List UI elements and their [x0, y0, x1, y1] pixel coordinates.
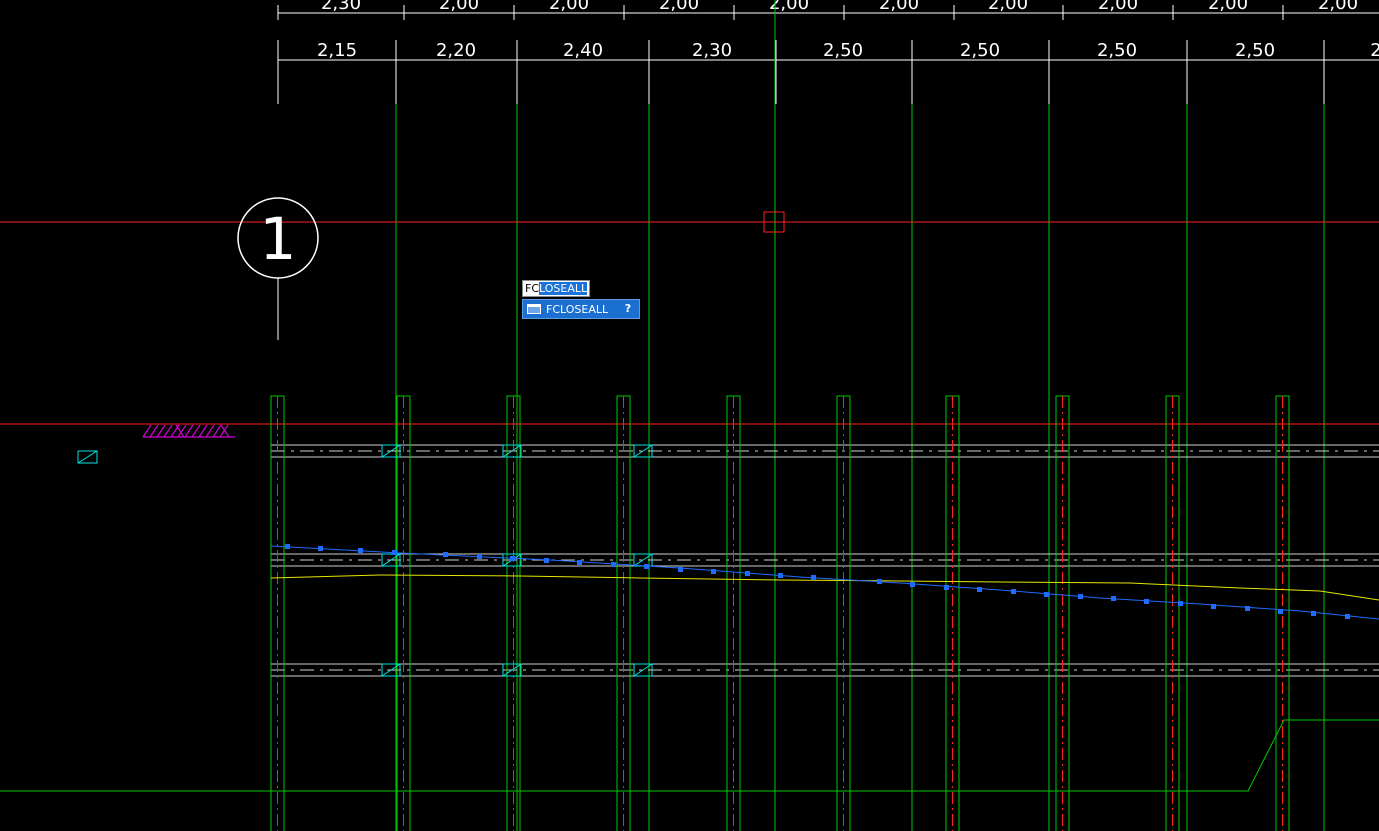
command-window-icon [527, 304, 541, 314]
dim-top-1: 2,30 [321, 0, 361, 14]
column-8 [1055, 395, 1070, 831]
column-9 [1165, 395, 1180, 831]
dim-top-4: 2,00 [659, 0, 699, 14]
dim-top-8: 2,00 [1098, 0, 1138, 14]
command-completion-text: LOSEALL [539, 282, 588, 295]
dim-second-5: 2,50 [823, 40, 863, 61]
ground-hatch [142, 424, 235, 438]
dim-second-7: 2,50 [1097, 40, 1137, 61]
command-typed-text: FC [525, 282, 540, 295]
columns [270, 395, 1290, 831]
dim-top-9: 2,00 [1208, 0, 1248, 14]
suggestion-label: FCLOSEALL [546, 302, 609, 316]
column-6 [836, 395, 851, 831]
help-icon[interactable]: ? [621, 302, 635, 316]
dimension-row-top-labels: 2,30 2,00 2,00 2,00 2,00 2,00 2,00 2,00 … [321, 0, 1358, 14]
dim-second-3: 2,40 [563, 40, 603, 61]
column-2 [396, 395, 411, 831]
dim-top-2: 2,00 [439, 0, 479, 14]
autocomplete-suggestion[interactable]: FCLOSEALL ? [522, 299, 640, 319]
dimension-row-second-labels: 2,15 2,20 2,40 2,30 2,50 2,50 2,50 2,50 … [317, 40, 1379, 61]
blue-profile-line [270, 544, 1379, 620]
dim-second-1: 2,15 [317, 40, 357, 61]
column-1 [270, 395, 285, 831]
cyan-detail-symbol [77, 450, 98, 464]
column-7 [945, 395, 960, 831]
axis-bubble-label: 1 [260, 205, 297, 273]
dim-top-6: 2,00 [879, 0, 919, 14]
grid-lines-long [395, 0, 1325, 831]
dim-second-9: 2 [1370, 40, 1379, 61]
dim-top-10: 2,00 [1318, 0, 1358, 14]
command-input[interactable]: FC LOSEALL [522, 280, 591, 297]
dim-top-7: 2,00 [988, 0, 1028, 14]
dim-second-6: 2,50 [960, 40, 1000, 61]
column-4 [616, 395, 631, 831]
column-5 [726, 395, 741, 831]
dim-top-3: 2,00 [549, 0, 589, 14]
horizontal-beams [271, 444, 1379, 677]
dim-second-2: 2,20 [436, 40, 476, 61]
dim-second-8: 2,50 [1235, 40, 1275, 61]
drawing-canvas[interactable]: 2,30 2,00 2,00 2,00 2,00 2,00 2,00 2,00 … [0, 0, 1379, 831]
axis-bubble[interactable]: 1 [237, 197, 319, 340]
column-3 [506, 395, 521, 831]
dim-second-4: 2,30 [692, 40, 732, 61]
